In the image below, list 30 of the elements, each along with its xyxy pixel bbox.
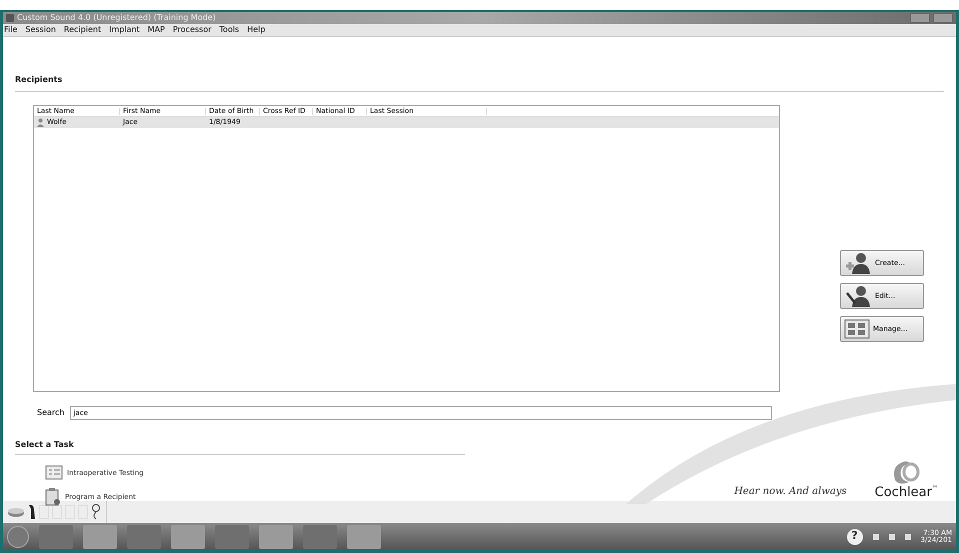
start-button[interactable] [7,526,29,548]
person-icon [37,118,44,127]
section-heading: Recipients [15,75,62,84]
menu-item[interactable]: Recipient [64,26,102,34]
clipboard-icon [45,488,61,506]
menu-item[interactable]: Implant [109,26,140,34]
tray-icon [904,534,911,540]
menu-item[interactable]: MAP [148,26,165,34]
device-icon [7,507,25,517]
minimize-button[interactable] [910,13,930,23]
menu-item[interactable]: Tools [219,26,240,34]
processor-icon [28,504,36,520]
maximize-button[interactable] [933,13,953,23]
grid-icon [844,319,870,339]
checklist-icon [45,465,63,481]
tray-icon [872,534,879,540]
window-title: Custom Sound 4.0 (Unregistered) (Training Mode) [17,14,216,22]
coil-icon [91,504,101,520]
slogan: Hear now. And always [734,485,847,499]
menu-item[interactable]: File [4,26,18,34]
menu-item[interactable]: Processor [172,26,212,34]
person-pen-icon [844,285,872,307]
person-plus-icon [844,252,872,274]
section-heading: Select a Task [15,440,74,449]
search-label: Search [37,407,64,419]
help-button[interactable]: ? [846,528,863,544]
menu-item[interactable]: Session [25,26,56,34]
menu-item[interactable]: Help [247,26,266,34]
empty-slot [39,505,49,519]
tray-icon [888,534,895,540]
